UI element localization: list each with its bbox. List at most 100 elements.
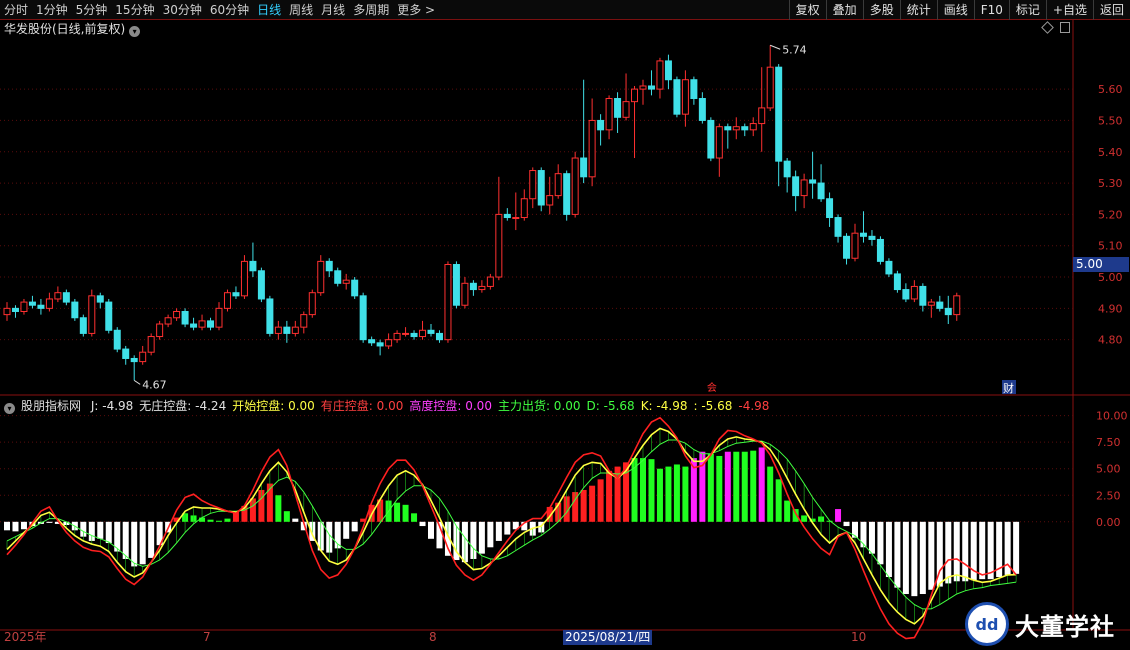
indicator-bar — [478, 521, 485, 554]
candle-body — [588, 119, 596, 178]
candle-body — [546, 195, 554, 206]
current-price-tag: 5.00 — [1073, 257, 1129, 272]
indicator-bar — [716, 455, 723, 522]
y-tick-label: 5.30 — [1098, 177, 1123, 190]
candle-body — [597, 119, 605, 131]
candle-body — [554, 173, 562, 197]
indicator-bar — [283, 511, 290, 522]
candle-body — [88, 295, 96, 334]
indicator-bar — [885, 521, 892, 578]
candle-body — [834, 217, 842, 237]
candle-body — [851, 232, 859, 259]
indicator-bar — [767, 466, 774, 522]
candle-body — [724, 126, 732, 131]
candle-body — [3, 307, 11, 316]
indicator-bar — [656, 468, 663, 522]
candle-body — [393, 332, 401, 341]
candle-body — [283, 326, 291, 334]
y-tick-label: 4.90 — [1098, 302, 1123, 315]
candle-body — [520, 198, 528, 219]
indicator-bar — [945, 521, 952, 584]
indicator-bar — [775, 479, 782, 522]
candle-body — [54, 292, 62, 300]
candle-body — [342, 279, 350, 284]
indicator-bar — [105, 521, 112, 544]
indicator-bar — [394, 502, 401, 522]
indicator-bar — [894, 521, 901, 588]
candle-body — [571, 157, 579, 215]
indicator-bar — [979, 521, 986, 580]
low-marker-label: 4.67 — [142, 378, 167, 391]
y-tick-label: 5.20 — [1098, 208, 1123, 221]
indicator-bar — [784, 500, 791, 522]
candle-body — [885, 260, 893, 275]
candle-body — [274, 326, 282, 334]
indicator-bar — [724, 451, 731, 522]
candle-body — [79, 317, 87, 334]
indicator-bar — [97, 521, 104, 539]
y-tick-label: 5.60 — [1098, 83, 1123, 96]
indicator-bar — [1013, 521, 1020, 574]
indicator-bar — [902, 521, 909, 595]
date-label: 8 — [429, 630, 437, 644]
candle-body — [156, 323, 164, 338]
candle-body — [164, 317, 172, 325]
indicator-bar — [801, 515, 808, 522]
y-tick-label: 2.50 — [1096, 489, 1121, 502]
indicator-bar — [292, 518, 299, 522]
indicator-bar — [741, 451, 748, 522]
indicator-bar — [682, 466, 689, 522]
indicator-bar — [4, 521, 10, 531]
candle-body — [198, 320, 206, 328]
candle-body — [173, 310, 181, 319]
candle-body — [647, 85, 655, 90]
indicator-bar — [207, 519, 214, 522]
candle-body — [614, 98, 622, 118]
indicator-bar — [131, 521, 138, 567]
candle-body — [435, 332, 443, 341]
high-marker-line — [770, 44, 781, 50]
y-tick-label: 5.10 — [1098, 240, 1123, 253]
low-marker-line — [133, 379, 141, 385]
candle-body — [927, 301, 935, 306]
indicator-bar — [275, 495, 282, 522]
candle-body — [300, 314, 308, 328]
y-tick-label: 10.00 — [1096, 410, 1128, 423]
candle-body — [96, 295, 104, 303]
y-tick-label: 4.80 — [1098, 334, 1123, 347]
y-tick-label: 5.00 — [1096, 463, 1121, 476]
candle-body — [749, 123, 757, 131]
date-label: 2025年 — [4, 630, 47, 644]
chart-canvas[interactable]: 5.60 5.50 5.40 5.30 5.20 5.10 5.00 4.90 4.80 5.74… — [0, 0, 1130, 650]
candle-body — [317, 260, 325, 294]
candle-body — [843, 235, 851, 259]
candle-body — [664, 60, 672, 81]
indicator-bar — [928, 521, 935, 590]
candle-body — [469, 282, 477, 291]
candle-body — [563, 173, 571, 215]
candle-body — [809, 179, 817, 184]
indicator-bar — [351, 521, 358, 532]
candle-body — [419, 329, 427, 338]
candle-body — [732, 126, 740, 131]
candle-body — [910, 285, 918, 300]
indicator-bar — [665, 466, 672, 522]
candle-body — [181, 310, 189, 325]
candle-body — [656, 60, 664, 90]
candle-body — [359, 295, 367, 341]
candle-body — [868, 235, 876, 240]
candle-body — [105, 301, 113, 331]
indicator-bar — [673, 464, 680, 522]
indicator-bar — [419, 521, 426, 527]
candle-body — [190, 323, 198, 328]
candle-body — [775, 66, 783, 162]
indicator-bar — [428, 521, 434, 539]
indicator-bar — [487, 521, 494, 548]
candle-body — [461, 282, 469, 306]
indicator-bar — [343, 521, 350, 539]
date-label: 7 — [203, 630, 211, 644]
candle-body — [385, 339, 393, 347]
y-tick-label: 5.00 — [1098, 271, 1123, 284]
candle-body — [71, 301, 79, 319]
candle-body — [368, 339, 376, 344]
